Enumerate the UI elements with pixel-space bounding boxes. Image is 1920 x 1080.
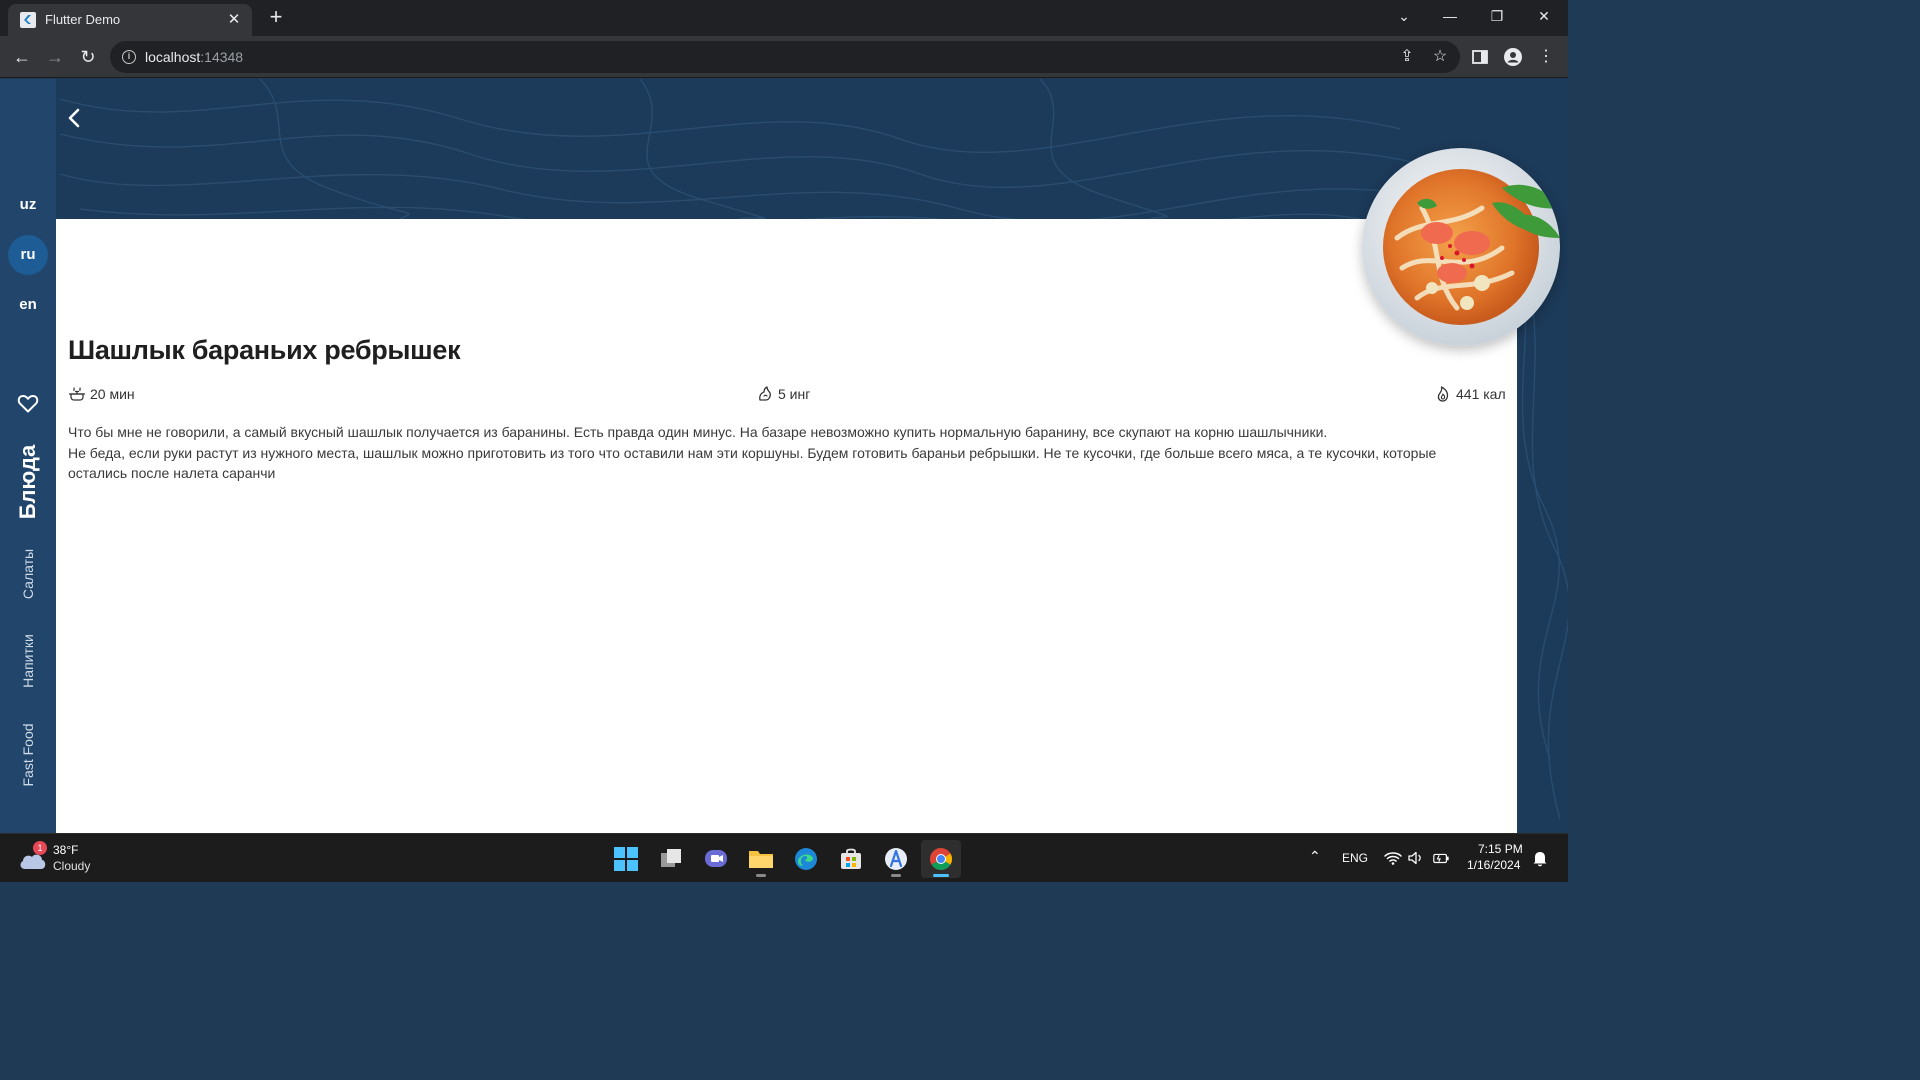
profile-icon[interactable] (1500, 44, 1526, 70)
favorites-heart-icon[interactable] (16, 391, 40, 415)
store-icon (841, 848, 861, 869)
app-root: uz ru en Блюда Салаты Напитки Fast Food … (0, 79, 1568, 833)
android-studio-icon (885, 848, 907, 870)
minimize-button[interactable]: — (1430, 4, 1470, 28)
task-view-button[interactable] (651, 840, 691, 878)
windows-taskbar: 1 38°F Cloudy ⌃ ENG 7:15 PM 1/16/2024 (0, 833, 1568, 882)
bookmark-star-icon[interactable]: ☆ (1427, 44, 1453, 70)
new-tab-button[interactable]: + (264, 6, 288, 30)
flame-icon (1437, 386, 1449, 402)
lang-ru-button[interactable]: ru (8, 235, 48, 275)
weather-badge: 1 (33, 841, 47, 855)
teams-chat-button[interactable] (696, 840, 736, 878)
edge-button[interactable] (786, 840, 826, 878)
description-paragraph-1: Что бы мне не говорили, а самый вкусный … (68, 424, 1328, 440)
tab-title: Flutter Demo (45, 12, 121, 27)
category-dishes[interactable]: Блюда (15, 445, 41, 520)
input-language[interactable]: ENG (1342, 851, 1368, 865)
task-view-icon (661, 849, 681, 867)
browser-toolbar: ← → ↻ i localhost:14348 ⇪ ☆ ⋮ (0, 36, 1568, 78)
menu-kebab-icon[interactable]: ⋮ (1533, 44, 1559, 70)
chrome-button[interactable] (921, 840, 961, 878)
dish-description: Что бы мне не говорили, а самый вкусный … (68, 422, 1498, 484)
chrome-icon (930, 848, 952, 870)
store-button[interactable] (831, 840, 871, 878)
tab-close-icon[interactable]: ✕ (224, 10, 244, 30)
category-salads[interactable]: Салаты (20, 549, 36, 599)
file-explorer-button[interactable] (741, 840, 781, 878)
start-button[interactable] (606, 840, 646, 878)
site-info-icon[interactable]: i (122, 50, 136, 64)
weather-temperature: 38°F (53, 843, 79, 857)
category-fast-food[interactable]: Fast Food (20, 723, 36, 786)
lang-uz-button[interactable]: uz (8, 185, 48, 225)
browser-titlebar: Flutter Demo ✕ + ⌄ — ❐ ✕ (0, 0, 1568, 36)
description-paragraph-2: Не беда, если руки растут из нужного мес… (68, 444, 1437, 482)
address-bar[interactable]: i localhost:14348 ⇪ ☆ (110, 41, 1460, 73)
ingredients-icon (759, 386, 771, 401)
restore-button[interactable]: ❐ (1477, 4, 1517, 28)
browser-tab[interactable]: Flutter Demo ✕ (8, 4, 252, 36)
calories-value: 441 кал (1456, 386, 1506, 402)
pot-icon (68, 387, 86, 401)
active-indicator (933, 874, 949, 877)
flutter-favicon-icon (20, 12, 36, 28)
back-nav-button[interactable]: ← (9, 44, 35, 70)
reload-button[interactable]: ↻ (75, 44, 101, 70)
running-indicator (756, 874, 766, 877)
app-store-button[interactable] (876, 840, 916, 878)
url-text[interactable]: localhost:14348 (145, 49, 243, 65)
weather-widget[interactable]: 1 38°F Cloudy (18, 841, 128, 877)
lang-en-button[interactable]: en (8, 285, 48, 325)
cook-time-value: 20 мин (90, 386, 135, 402)
clock-time[interactable]: 7:15 PM (1478, 842, 1523, 856)
running-indicator (891, 874, 901, 877)
edge-icon (795, 848, 817, 870)
calories: 441 кал (1434, 385, 1506, 403)
dish-photo (1362, 148, 1560, 346)
back-arrow-icon[interactable] (60, 101, 88, 135)
cook-time: 20 мин (68, 385, 135, 403)
folder-icon (749, 851, 773, 868)
ingredients-value: 5 инг (778, 386, 811, 402)
wifi-icon[interactable] (1384, 849, 1402, 867)
notification-bell-icon[interactable] (1531, 849, 1549, 867)
dish-detail-card: Шашлык бараньих ребрышек 20 мин 5 инг 44… (56, 219, 1517, 833)
tray-overflow-chevron-icon[interactable]: ⌃ (1309, 848, 1321, 865)
clock-date[interactable]: 1/16/2024 (1467, 858, 1520, 872)
tab-search-icon[interactable]: ⌄ (1384, 4, 1424, 28)
share-icon[interactable]: ⇪ (1394, 44, 1420, 70)
weather-condition: Cloudy (53, 859, 91, 873)
battery-icon[interactable] (1432, 849, 1450, 867)
category-drinks[interactable]: Напитки (20, 634, 36, 688)
side-panel-icon[interactable] (1467, 44, 1493, 70)
chat-icon (705, 850, 727, 867)
sidebar: uz ru en Блюда Салаты Напитки Fast Food (0, 79, 56, 833)
volume-icon[interactable] (1407, 849, 1425, 867)
close-window-button[interactable]: ✕ (1524, 4, 1564, 28)
ingredients-count: 5 инг (756, 385, 810, 403)
dish-title: Шашлык бараньих ребрышек (68, 335, 461, 365)
forward-nav-button[interactable]: → (42, 44, 68, 70)
windows-logo-icon (614, 847, 638, 871)
